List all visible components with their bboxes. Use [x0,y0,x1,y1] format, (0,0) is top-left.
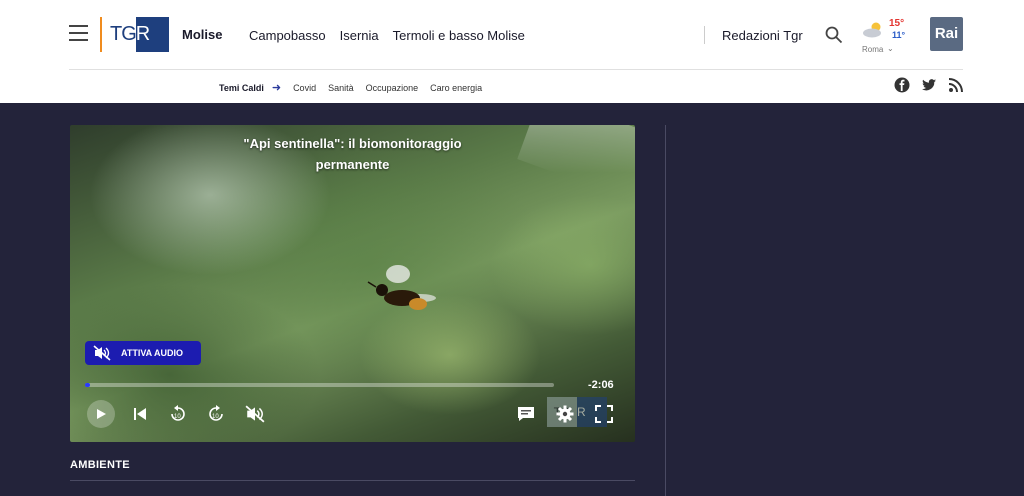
play-button[interactable] [87,400,115,428]
arrow-right-icon: ➜ [271,82,282,94]
section-label[interactable]: AMBIENTE [70,459,130,471]
gear-icon [556,405,574,423]
svg-text:10: 10 [174,414,181,420]
bee-image [367,265,436,310]
header-separator [69,69,963,70]
divider [704,26,705,44]
weather-city: Roma [862,45,884,54]
subtitles-button[interactable] [512,400,540,428]
rewind-10-icon: 10 [171,405,185,421]
skip-previous-icon [134,408,146,420]
subtitles-icon [518,407,534,421]
region-title[interactable]: Molise [182,27,222,42]
tgr-logo[interactable]: TG R [100,17,169,52]
topics-bar: Temi Caldi ➜ Covid Sanità Occupazione Ca… [219,81,482,94]
topic-occupazione[interactable]: Occupazione [366,83,419,93]
twitter-icon[interactable] [921,77,937,93]
fullscreen-button[interactable] [590,400,618,428]
muted-speaker-icon [93,345,111,361]
rss-icon[interactable] [948,77,964,93]
progress-fill [85,383,90,387]
play-icon [97,409,106,419]
topic-covid[interactable]: Covid [293,83,316,93]
main-nav: Campobasso Isernia Termoli e basso Molis… [249,28,525,43]
settings-button[interactable] [551,400,579,428]
temp-min: 11° [892,30,906,40]
social-links [894,77,964,93]
rai-logo[interactable]: Rai [930,17,963,51]
partly-cloudy-icon [863,22,881,38]
previous-button[interactable] [126,400,154,428]
activate-audio-label: ATTIVA AUDIO [121,348,183,358]
muted-speaker-icon [245,405,265,423]
nav-item-isernia[interactable]: Isernia [340,28,379,43]
redazioni-link[interactable]: Redazioni Tgr [722,28,803,43]
forward-10-icon: 10 [209,405,223,421]
logo-bar [100,17,102,52]
video-player[interactable]: "Api sentinella": il biomonitoraggio per… [70,125,635,442]
progress-bar[interactable] [85,383,554,387]
logo-r: R [135,17,169,52]
facebook-icon[interactable] [894,77,910,93]
nav-item-termoli[interactable]: Termoli e basso Molise [393,28,525,43]
video-title: "Api sentinella": il biomonitoraggio per… [243,136,462,172]
column-divider [665,125,666,496]
fullscreen-icon [595,405,613,423]
svg-text:10: 10 [212,414,219,420]
topics-label: Temi Caldi [219,82,264,93]
topic-sanita[interactable]: Sanità [328,83,354,93]
forward-10-button[interactable]: 10 [202,400,230,428]
section-underline [70,480,635,481]
mute-button[interactable] [241,400,269,428]
time-remaining: -2:06 [588,379,614,391]
search-icon[interactable] [825,26,843,44]
rewind-10-button[interactable]: 10 [164,400,192,428]
nav-item-campobasso[interactable]: Campobasso [249,28,326,43]
chevron-down-icon: ⌄ [887,44,894,53]
logo-tg: TG [110,23,137,45]
site-header: TG R Molise Campobasso Isernia Termoli e… [0,0,1024,103]
menu-icon[interactable] [69,25,88,43]
topic-caro-energia[interactable]: Caro energia [430,83,482,93]
temp-max: 15° [889,18,905,29]
activate-audio-button[interactable]: ATTIVA AUDIO [85,341,201,365]
weather-widget[interactable]: 15° 11° Roma ⌄ [862,18,912,58]
